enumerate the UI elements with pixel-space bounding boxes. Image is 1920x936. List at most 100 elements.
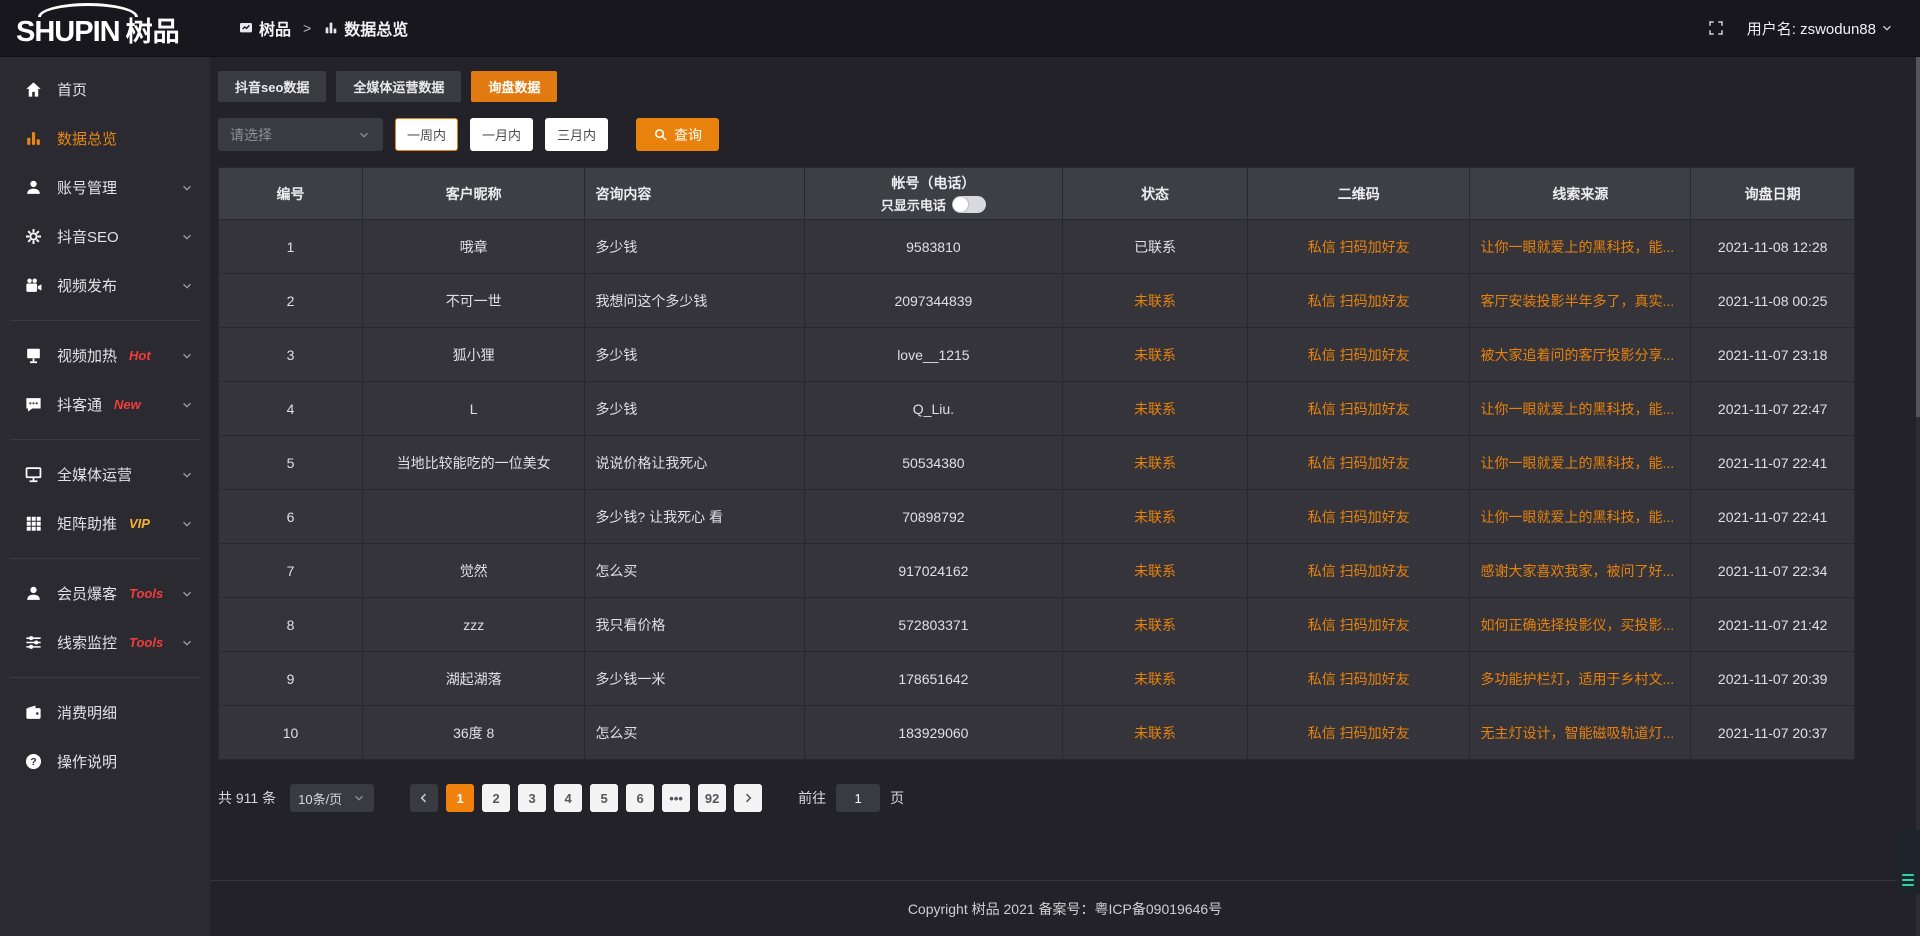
scrollbar-thumb[interactable] [1916, 57, 1920, 417]
cell-status: 未联系 [1063, 544, 1248, 598]
divider [10, 558, 200, 559]
chevron-down-icon [180, 349, 194, 363]
page-button-6[interactable]: 6 [626, 784, 654, 812]
page-button-3[interactable]: 3 [518, 784, 546, 812]
search-button[interactable]: 查询 [636, 118, 719, 151]
sidebar-item-operation-guide[interactable]: ?操作说明 [0, 737, 210, 786]
cell-source[interactable]: 如何正确选择投影仪，买投影... [1470, 598, 1691, 652]
table-row: 3狐小狸多少钱love__1215未联系私信 扫码加好友被大家追着问的客厅投影分… [219, 328, 1855, 382]
page-button-5[interactable]: 5 [590, 784, 618, 812]
sidebar-item-label: 线索监控 [57, 632, 117, 653]
sidebar-item-label: 抖音SEO [57, 226, 119, 247]
cell-qrcode[interactable]: 私信 扫码加好友 [1248, 328, 1470, 382]
cell-source[interactable]: 客厅安装投影半年多了，真实... [1470, 274, 1691, 328]
cell-qrcode[interactable]: 私信 扫码加好友 [1248, 706, 1470, 760]
sidebar-item-matrix-boost[interactable]: 矩阵助推VIP [0, 499, 210, 548]
pagination: 共 911 条 10条/页 123456•••92 前往 1 页 [218, 784, 1855, 812]
breadcrumb-root[interactable]: 树品 [238, 16, 291, 40]
cell-account: Q_Liu. [804, 382, 1062, 436]
cell-source[interactable]: 多功能护栏灯，适用于乡村文... [1470, 652, 1691, 706]
cell-source[interactable]: 无主灯设计，智能磁吸轨道灯... [1470, 706, 1691, 760]
cell-source[interactable]: 让你一眼就爱上的黑科技，能... [1470, 382, 1691, 436]
sidebar-item-video-heat[interactable]: 视频加热Hot [0, 331, 210, 380]
next-page-button[interactable] [734, 784, 762, 812]
divider [10, 439, 200, 440]
sidebar-item-home[interactable]: 首页 [0, 65, 210, 114]
sidebar-item-douketong[interactable]: 抖客通New [0, 380, 210, 429]
column-header: 二维码 [1248, 168, 1470, 220]
cell-source[interactable]: 让你一眼就爱上的黑科技，能... [1470, 490, 1691, 544]
cell-no: 10 [219, 706, 363, 760]
user-menu[interactable]: 用户名: zswodun88 [1747, 18, 1894, 39]
goto-suffix-label: 页 [890, 788, 904, 808]
cell-nickname: 觉然 [362, 544, 584, 598]
cell-qrcode[interactable]: 私信 扫码加好友 [1248, 220, 1470, 274]
cell-account: 183929060 [804, 706, 1062, 760]
chevron-down-icon [352, 791, 366, 805]
sidebar-item-consumption-detail[interactable]: 消费明细 [0, 688, 210, 737]
tab-douyin-seo-data[interactable]: 抖音seo数据 [218, 71, 326, 102]
sidebar-item-badge: VIP [129, 516, 150, 531]
goto-page-input[interactable]: 1 [836, 784, 880, 812]
column-header: 咨询内容 [585, 168, 804, 220]
period-week-button[interactable]: 一周内 [395, 118, 458, 151]
cell-qrcode[interactable]: 私信 扫码加好友 [1248, 544, 1470, 598]
cell-account: 178651642 [804, 652, 1062, 706]
page-button-4[interactable]: 4 [554, 784, 582, 812]
cell-account: love__1215 [804, 328, 1062, 382]
svg-text:?: ? [30, 757, 36, 768]
cell-qrcode[interactable]: 私信 扫码加好友 [1248, 382, 1470, 436]
cell-no: 9 [219, 652, 363, 706]
tab-inquiry-data[interactable]: 询盘数据 [471, 71, 557, 102]
total-count-label: 共 911 条 [218, 788, 276, 808]
cell-date: 2021-11-08 00:25 [1691, 274, 1855, 328]
cell-qrcode[interactable]: 私信 扫码加好友 [1248, 598, 1470, 652]
page-buttons: 123456 ••• 92 [438, 784, 726, 812]
page-ellipsis-button[interactable]: ••• [662, 784, 690, 812]
fullscreen-icon[interactable] [1707, 19, 1725, 37]
cell-source[interactable]: 让你一眼就爱上的黑科技，能... [1470, 436, 1691, 490]
page-button-2[interactable]: 2 [482, 784, 510, 812]
sidebar-item-data-overview[interactable]: 数据总览 [0, 114, 210, 163]
cell-status: 未联系 [1063, 382, 1248, 436]
cell-qrcode[interactable]: 私信 扫码加好友 [1248, 490, 1470, 544]
cell-status: 未联系 [1063, 436, 1248, 490]
main-content: 抖音seo数据全媒体运营数据询盘数据 请选择 一周内一月内三月内 查询 编号客户… [210, 57, 1920, 936]
tab-media-operation-data[interactable]: 全媒体运营数据 [336, 71, 461, 102]
page-size-select[interactable]: 10条/页 [290, 784, 374, 812]
sidebar-item-video-publish[interactable]: 视频发布 [0, 261, 210, 310]
phone-only-toggle[interactable] [952, 196, 986, 213]
filter-select[interactable]: 请选择 [218, 118, 383, 151]
cell-account: 50534380 [804, 436, 1062, 490]
sidebar-item-badge: New [114, 397, 141, 412]
sidebar-item-douyin-seo[interactable]: 抖音SEO [0, 212, 210, 261]
chat-widget[interactable] [1896, 830, 1920, 894]
sidebar-item-member-baoke[interactable]: 会员爆客Tools [0, 569, 210, 618]
cell-source[interactable]: 让你一眼就爱上的黑科技，能... [1470, 220, 1691, 274]
cell-content: 说说价格让我死心 [585, 436, 804, 490]
sidebar-item-lead-monitor[interactable]: 线索监控Tools [0, 618, 210, 667]
cell-status: 未联系 [1063, 598, 1248, 652]
cell-source[interactable]: 被大家追着问的客厅投影分享... [1470, 328, 1691, 382]
cell-date: 2021-11-07 22:41 [1691, 490, 1855, 544]
cell-content: 多少钱 [585, 328, 804, 382]
chevron-down-icon [180, 181, 194, 195]
cell-status: 未联系 [1063, 490, 1248, 544]
cell-no: 4 [219, 382, 363, 436]
sidebar-item-account-management[interactable]: 账号管理 [0, 163, 210, 212]
grid-icon [24, 514, 43, 533]
cell-qrcode[interactable]: 私信 扫码加好友 [1248, 274, 1470, 328]
page-button-1[interactable]: 1 [446, 784, 474, 812]
cell-source[interactable]: 感谢大家喜欢我家，被问了好... [1470, 544, 1691, 598]
cell-account: 572803371 [804, 598, 1062, 652]
chevron-down-icon [180, 230, 194, 244]
cell-qrcode[interactable]: 私信 扫码加好友 [1248, 652, 1470, 706]
page-button-92[interactable]: 92 [698, 784, 726, 812]
period-month-button[interactable]: 一月内 [470, 118, 533, 151]
cell-qrcode[interactable]: 私信 扫码加好友 [1248, 436, 1470, 490]
prev-page-button[interactable] [410, 784, 438, 812]
period-quarter-button[interactable]: 三月内 [545, 118, 608, 151]
sidebar-item-all-media-operation[interactable]: 全媒体运营 [0, 450, 210, 499]
cell-no: 3 [219, 328, 363, 382]
column-header: 状态 [1063, 168, 1248, 220]
